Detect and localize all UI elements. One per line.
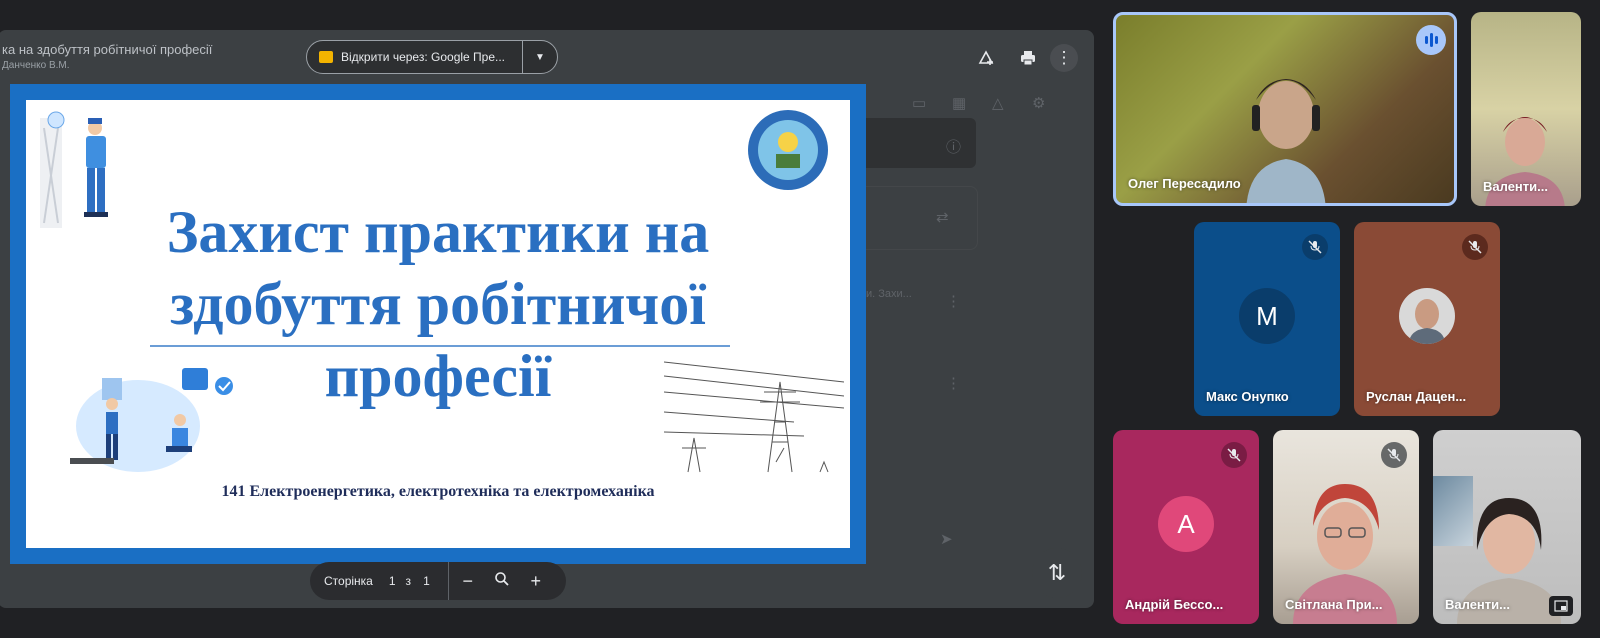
mic-off-icon [1221,442,1247,468]
open-with-label: Відкрити через: Google Пре... [341,50,506,64]
participant-name: Світлана При... [1285,597,1383,612]
participant-name: Валенти... [1445,597,1510,612]
divider [447,562,449,600]
slide-title-line1: Захист практики на [166,199,710,265]
participant-tile-valentyna-1[interactable]: Валенти... [1471,12,1581,206]
page-number-input[interactable]: 1 [389,574,396,588]
participant-tile-svitlana[interactable]: Світлана При... [1273,430,1419,624]
mic-off-icon [1462,234,1488,260]
participant-video [1246,79,1326,203]
doc-title: ка на здобуття робітничої професії [2,42,213,57]
slide-footer: 141 Електроенергетика, електротехніка та… [221,483,655,500]
page-controls: Сторінка 1 з 1 − + [310,562,566,600]
info-icon: ⓘ [946,139,962,156]
workers-illustration [70,368,233,472]
add-to-drive-icon[interactable] [972,44,1000,72]
slide-title-line2: здобуття робітничої [170,271,706,337]
slides-icon [319,51,333,63]
avatar [1399,288,1455,344]
participant-tile-maks[interactable]: M Макс Онупко [1194,222,1340,416]
video-icon: ▭ [912,95,927,112]
participant-name: Валенти... [1483,179,1548,194]
send-icon: ➤ [940,531,953,548]
participant-name: Макс Онупко [1206,389,1289,404]
open-with-button[interactable]: Відкрити через: Google Пре... ▼ [306,40,558,74]
speaking-indicator-icon [1416,25,1446,55]
mic-off-icon [1381,442,1407,468]
drive-icon: △ [992,95,1004,112]
participant-tile-oleg[interactable]: Олег Пересадило [1113,12,1457,206]
participant-tile-andrii[interactable]: A Андрій Бессо... [1113,430,1259,624]
calendar-icon: ▦ [952,95,967,112]
zoom-in-icon[interactable]: + [521,571,551,592]
settings-icon: ⚙ [1032,95,1046,112]
pip-icon[interactable] [1549,596,1573,616]
page-total: 1 [423,574,430,588]
participant-tile-valentyna-2[interactable]: Валенти... [1433,430,1581,624]
zoom-out-icon[interactable]: − [453,571,483,592]
participant-name: Руслан Дацен... [1366,389,1467,404]
more-icon-1: ⋮ [946,293,961,310]
repeat-icon: ⇄ [936,209,949,226]
title-underline [150,345,730,347]
participant-name: Олег Пересадило [1128,176,1241,191]
more-vert-icon[interactable]: ⋮ [1050,44,1078,72]
college-emblem [748,110,828,190]
avatar: A [1158,496,1214,552]
doc-author: Данченко В.М. [2,60,70,71]
participant-tile-ruslan[interactable]: Руслан Дацен... [1354,222,1500,416]
dropdown-arrow-icon[interactable]: ▼ [523,52,557,63]
power-lines-illustration [664,361,844,473]
bg-card [850,186,978,250]
page-label: Сторінка [324,574,373,588]
print-icon[interactable] [1014,44,1042,72]
page-of-label: з [405,574,412,588]
swap-layout-button[interactable]: ⇅ [1032,548,1082,598]
more-icon-2: ⋮ [946,375,961,392]
participant-name: Андрій Бессо... [1125,597,1224,612]
zoom-icon[interactable] [487,571,517,592]
mic-off-icon [1302,234,1328,260]
avatar: M [1239,288,1295,344]
